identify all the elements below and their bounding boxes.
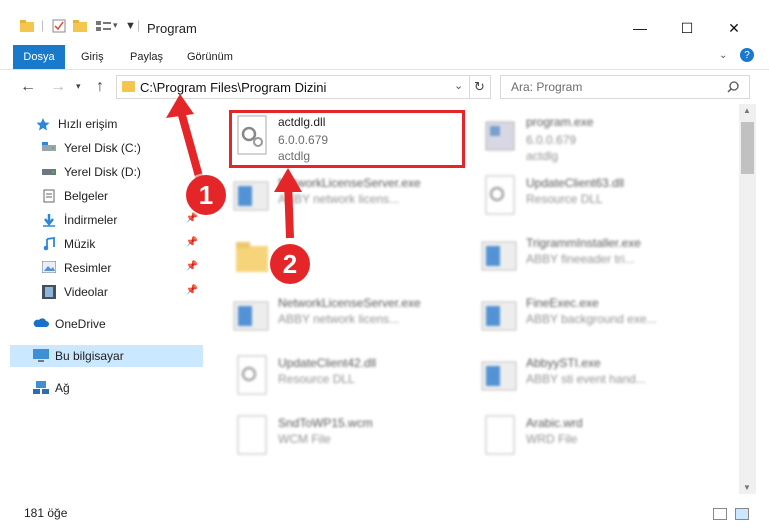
- arrowhead-1: [166, 94, 194, 118]
- step-badge-2: 2: [270, 244, 310, 284]
- annotation-arrows: [166, 94, 302, 239]
- arrowhead-2: [274, 168, 302, 192]
- step-badge-1: 1: [186, 175, 226, 215]
- arrow-line-1: [176, 106, 204, 182]
